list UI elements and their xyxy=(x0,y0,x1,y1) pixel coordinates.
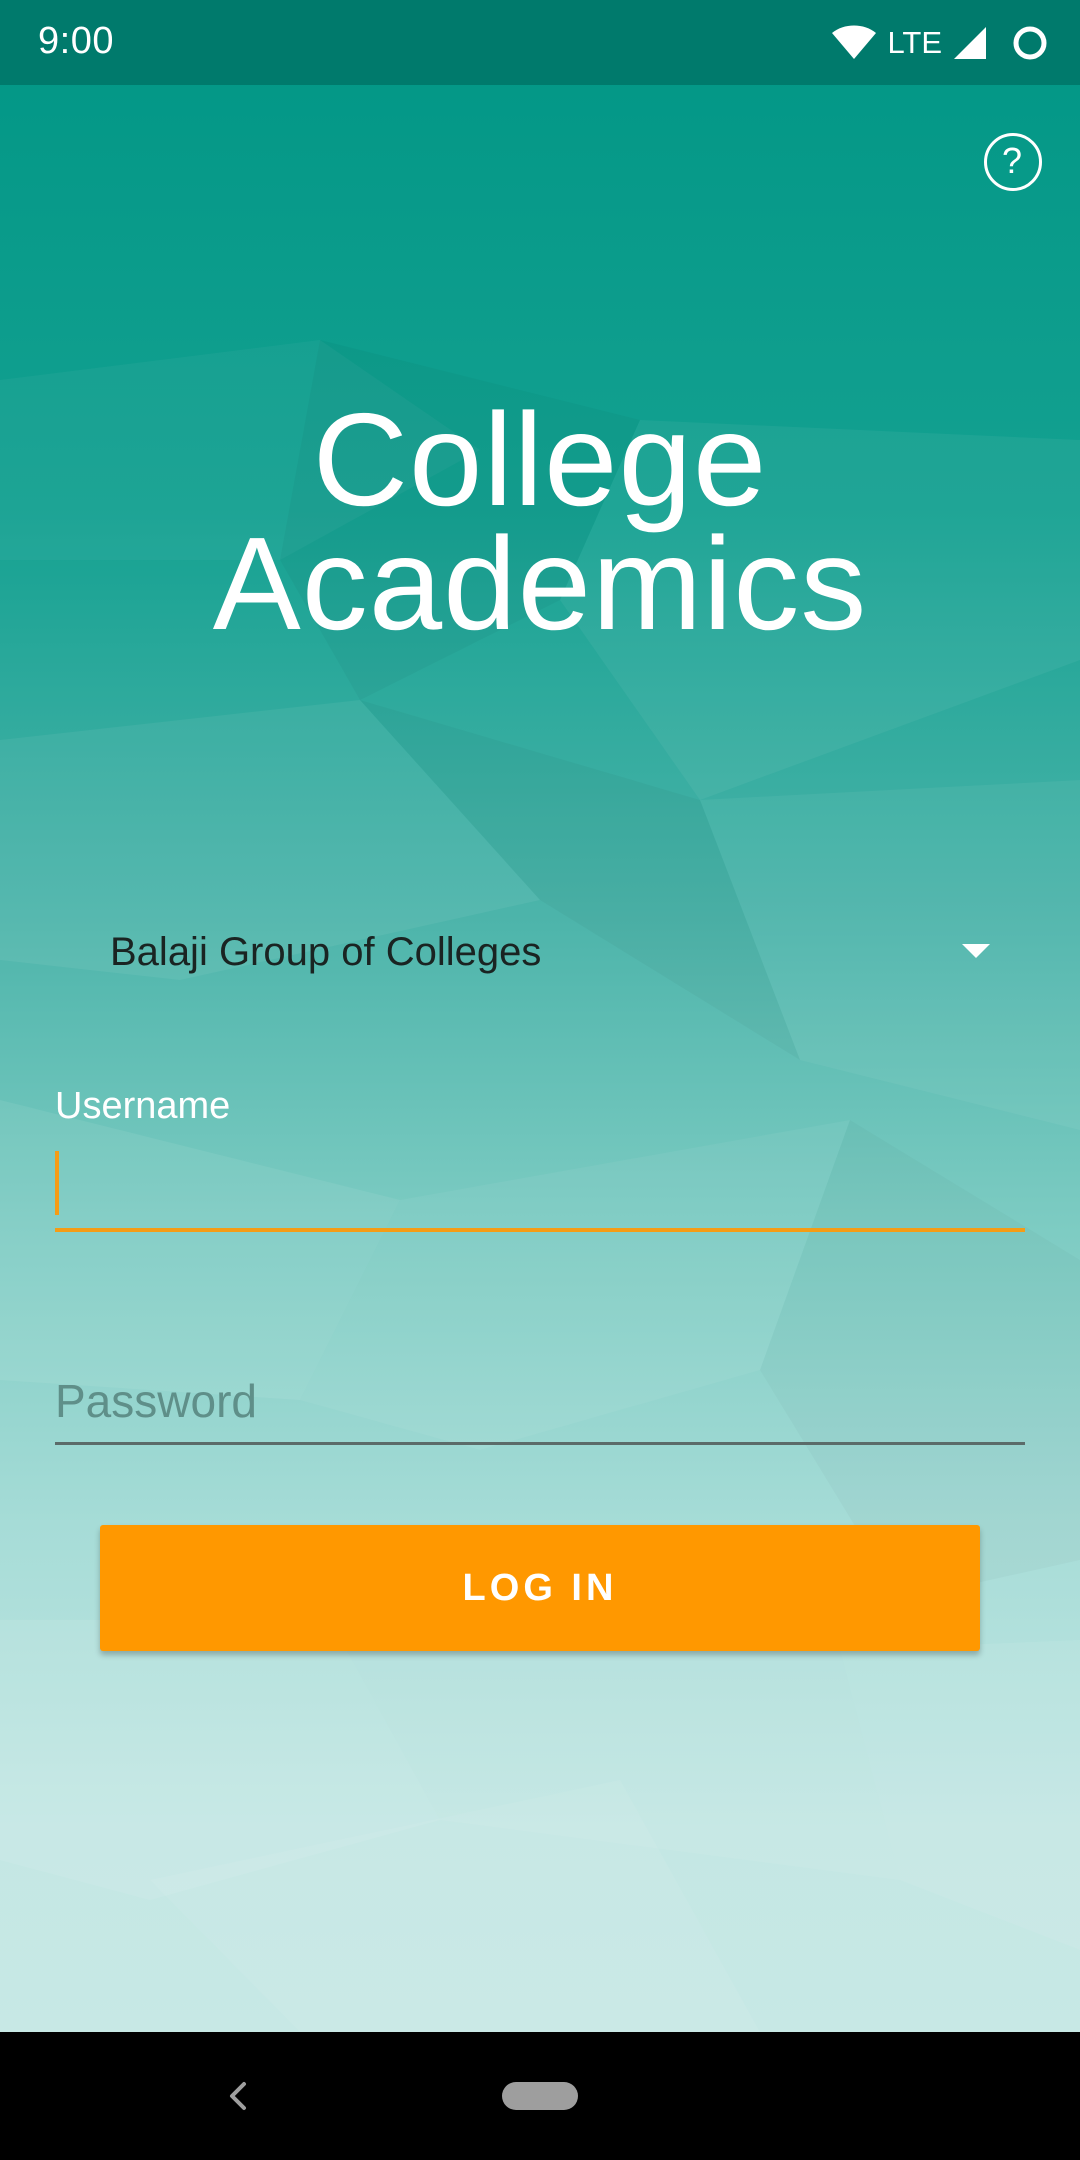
login-screen: ? College Academics Balaji Group of Coll… xyxy=(0,0,1080,2032)
back-icon[interactable] xyxy=(222,2078,254,2114)
college-dropdown[interactable]: Balaji Group of Colleges xyxy=(110,920,990,984)
password-input[interactable]: Password xyxy=(55,1360,1025,1445)
help-icon[interactable]: ? xyxy=(984,133,1042,191)
circle-status-icon xyxy=(1013,26,1047,60)
home-pill-button[interactable] xyxy=(502,2082,578,2110)
password-placeholder: Password xyxy=(55,1375,257,1427)
dropdown-caret-icon xyxy=(962,944,990,958)
wifi-icon xyxy=(832,25,877,59)
username-label: Username xyxy=(55,1085,231,1127)
cell-signal-icon xyxy=(954,27,986,59)
network-type: LTE xyxy=(887,25,942,60)
status-bar: 9:00 LTE xyxy=(0,0,1080,85)
college-dropdown-value: Balaji Group of Colleges xyxy=(110,930,542,974)
login-button[interactable]: LOG IN xyxy=(100,1525,980,1651)
app-title-line2: Academics xyxy=(212,510,868,657)
status-time: 9:00 xyxy=(38,20,114,62)
app-title-line1: College xyxy=(312,386,768,533)
text-cursor xyxy=(55,1151,59,1215)
low-poly-background xyxy=(0,340,1080,2032)
app-title: College Academics xyxy=(0,386,1080,657)
username-input[interactable] xyxy=(55,1148,1025,1232)
navigation-bar xyxy=(0,2032,1080,2160)
